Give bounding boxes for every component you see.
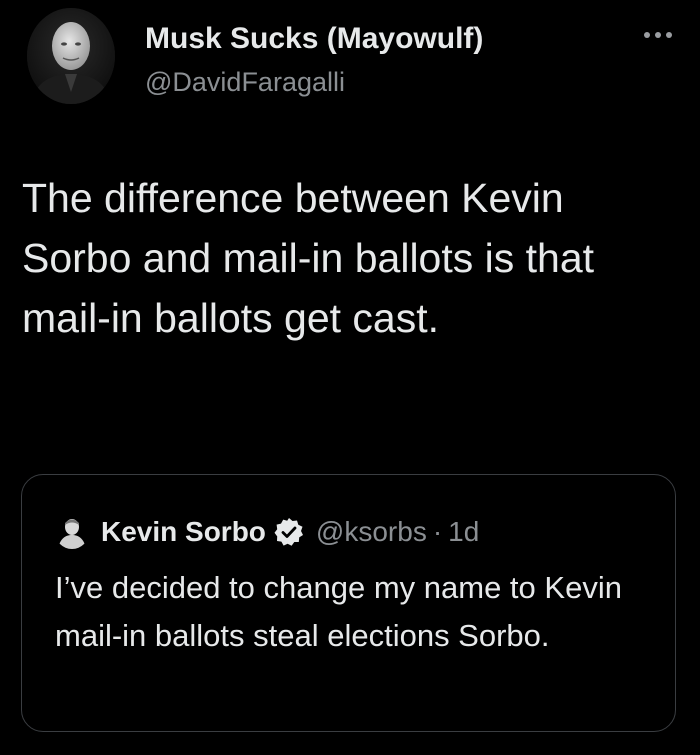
person-avatar-icon — [55, 515, 89, 549]
more-options-icon — [644, 32, 672, 38]
tweet-text: The difference between Kevin Sorbo and m… — [22, 175, 595, 341]
quoted-author-avatar[interactable] — [55, 515, 89, 549]
author-info: Musk Sucks (Mayowulf) @DavidFaragalli — [145, 21, 483, 99]
quoted-tweet[interactable]: Kevin Sorbo @ksorbs · 1d I’ve decided to… — [21, 474, 676, 732]
author-handle[interactable]: @DavidFaragalli — [145, 65, 483, 99]
person-avatar-icon — [27, 8, 115, 104]
verified-badge-icon — [274, 518, 303, 546]
quoted-tweet-text: I’ve decided to change my name to Kevin … — [55, 570, 622, 653]
author-avatar[interactable] — [27, 8, 115, 104]
tweet: Musk Sucks (Mayowulf) @DavidFaragalli Th… — [0, 0, 700, 755]
quoted-tweet-timestamp[interactable]: 1d — [448, 516, 479, 548]
author-display-name[interactable]: Musk Sucks (Mayowulf) — [145, 21, 483, 57]
more-options-button[interactable] — [641, 28, 675, 42]
quoted-tweet-header: Kevin Sorbo @ksorbs · 1d — [55, 515, 479, 549]
quoted-author-handle[interactable]: @ksorbs — [316, 516, 427, 548]
quoted-author-display-name[interactable]: Kevin Sorbo — [101, 516, 266, 548]
separator-dot: · — [432, 516, 443, 547]
